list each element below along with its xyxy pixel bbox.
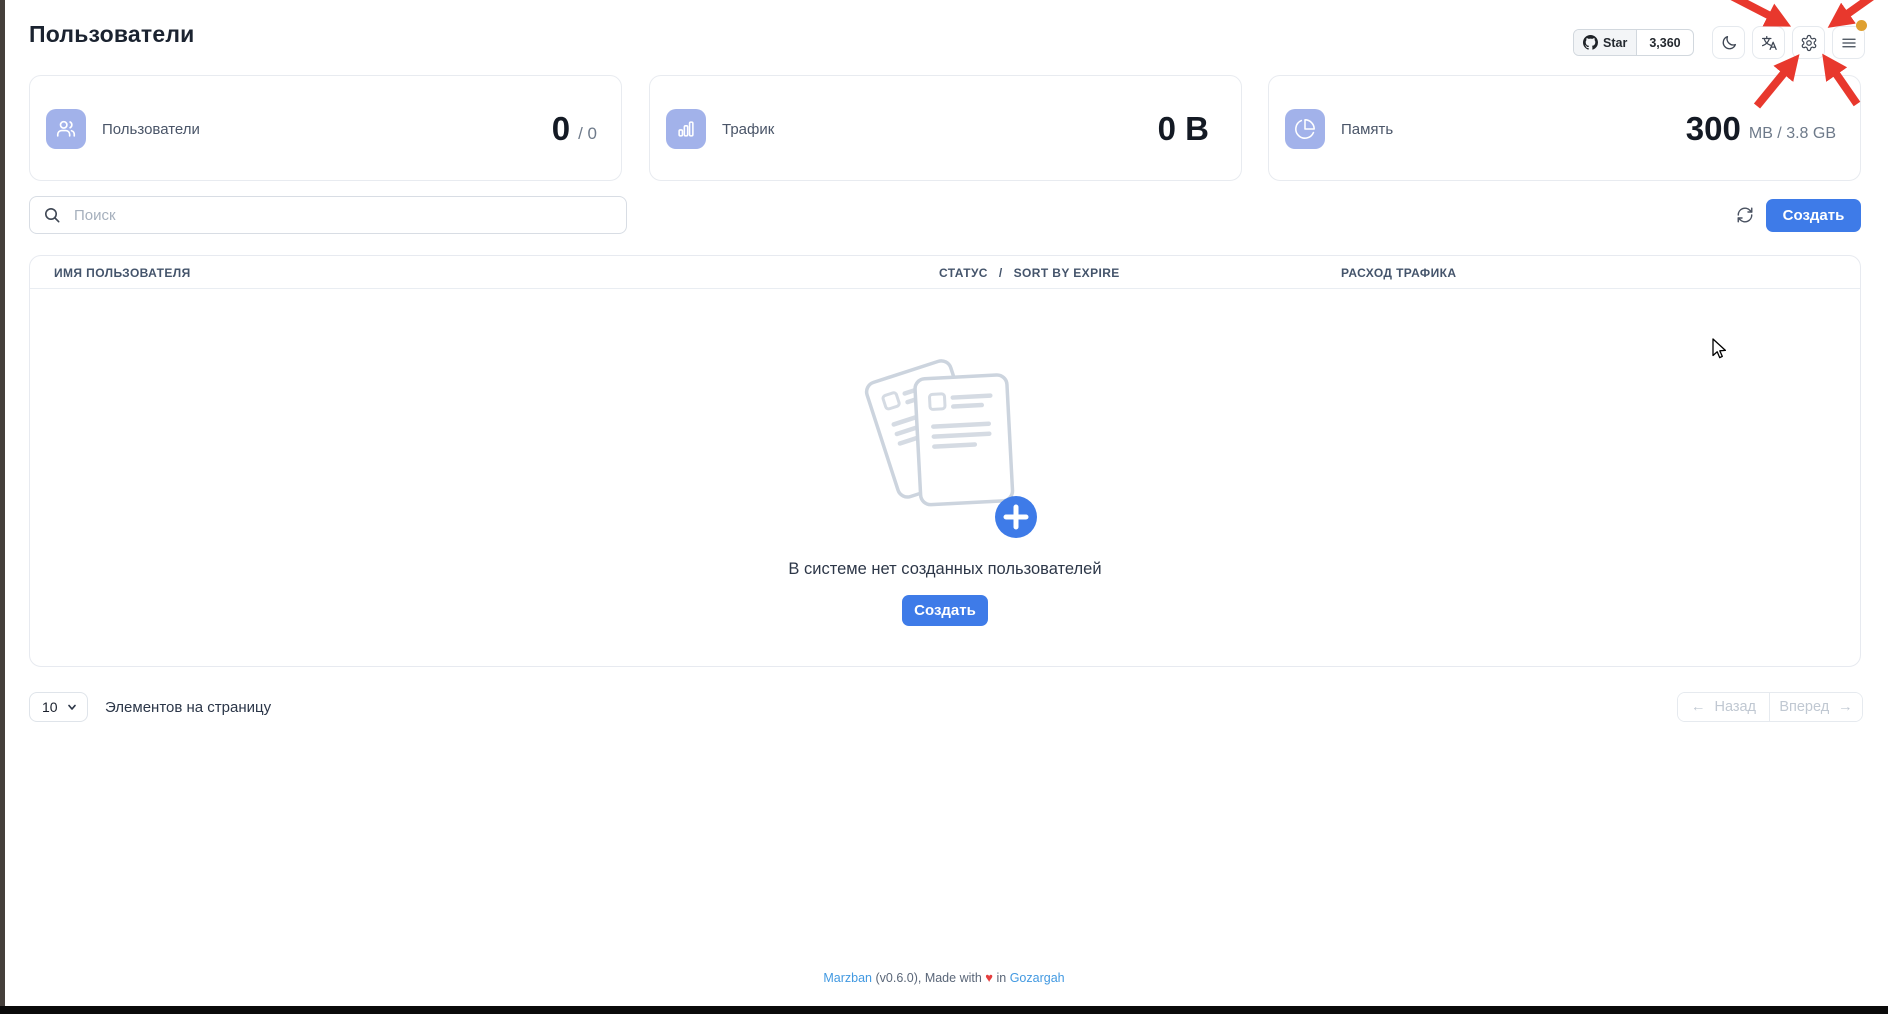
taskbar-strip — [0, 1006, 1888, 1014]
moon-icon — [1720, 34, 1738, 52]
github-icon — [1583, 35, 1598, 50]
column-header-traffic-usage[interactable]: РАСХОД ТРАФИКА — [1341, 256, 1456, 289]
empty-state-message: В системе нет созданных пользователей — [788, 560, 1101, 579]
annotation-arrow-top-right — [1836, 0, 1884, 22]
prev-page-button[interactable]: ← Назад — [1678, 693, 1770, 721]
github-star-count[interactable]: 3,360 — [1637, 30, 1692, 55]
footer: Marzban (v0.6.0), Made with ♥ in Gozarga… — [0, 970, 1888, 985]
users-icon — [46, 109, 86, 149]
page-size-label: Элементов на страницу — [105, 692, 271, 722]
stat-card-memory: Память 300 MB / 3.8 GB — [1268, 75, 1861, 181]
next-page-button[interactable]: Вперед → — [1770, 693, 1862, 721]
stat-label: Память — [1341, 76, 1393, 182]
search-input[interactable] — [29, 196, 627, 234]
refresh-icon — [1736, 206, 1754, 224]
right-arrow-icon: → — [1838, 699, 1853, 715]
page-size-select[interactable]: 10 — [29, 692, 88, 722]
stat-value: 0 — [552, 110, 570, 148]
stat-suffix: / 0 — [578, 115, 597, 144]
settings-gear-button[interactable] — [1792, 26, 1825, 59]
translate-icon — [1760, 34, 1778, 52]
footer-in-text: in — [996, 971, 1006, 985]
language-button[interactable] — [1752, 26, 1785, 59]
screen-edge-strip — [0, 0, 5, 1014]
gear-icon — [1800, 34, 1818, 52]
stat-label: Пользователи — [102, 76, 200, 182]
gozargah-link[interactable]: Gozargah — [1010, 971, 1065, 985]
pie-chart-icon — [1285, 109, 1325, 149]
search-icon — [44, 207, 60, 223]
github-star-widget[interactable]: Star 3,360 — [1573, 29, 1694, 56]
users-table: ИМЯ ПОЛЬЗОВАТЕЛЯ СТАТУС / SORT BY EXPIRE… — [29, 255, 1861, 667]
theme-toggle-button[interactable] — [1712, 26, 1745, 59]
empty-documents-illustration — [830, 339, 1060, 554]
refresh-button[interactable] — [1727, 197, 1763, 233]
github-star-label: Star — [1603, 36, 1627, 50]
column-header-separator: / — [999, 266, 1003, 280]
left-arrow-icon: ← — [1691, 699, 1706, 715]
empty-state-create-button[interactable]: Создать — [902, 595, 988, 626]
page-title: Пользователи — [29, 21, 195, 48]
search-box — [29, 196, 627, 234]
column-header-status[interactable]: СТАТУС — [939, 266, 988, 280]
stat-suffix: MB / 3.8 GB — [1749, 116, 1836, 143]
column-header-sort-by-expire[interactable]: SORT BY EXPIRE — [1014, 266, 1120, 280]
pagination-controls: ← Назад Вперед → — [1677, 692, 1863, 722]
table-header-row: ИМЯ ПОЛЬЗОВАТЕЛЯ СТАТУС / SORT BY EXPIRE… — [30, 256, 1860, 289]
column-header-username[interactable]: ИМЯ ПОЛЬЗОВАТЕЛЯ — [54, 256, 191, 289]
stat-card-users: Пользователи 0 / 0 — [29, 75, 622, 181]
table-empty-state: В системе нет созданных пользователей Со… — [30, 289, 1860, 667]
annotation-arrow-top-left — [1712, 0, 1782, 22]
stat-value: 300 — [1686, 110, 1741, 148]
bar-chart-icon — [666, 109, 706, 149]
stat-card-traffic: Трафик 0 B — [649, 75, 1242, 181]
footer-version-text: (v0.6.0), Made with — [876, 971, 982, 985]
column-header-status-sort[interactable]: СТАТУС / SORT BY EXPIRE — [939, 256, 1120, 289]
heart-icon: ♥ — [985, 970, 993, 985]
notification-dot — [1856, 20, 1867, 31]
stat-value: 0 B — [1158, 110, 1209, 148]
prev-page-label: Назад — [1714, 699, 1756, 715]
stat-label: Трафик — [722, 76, 774, 182]
create-button[interactable]: Создать — [1766, 199, 1861, 232]
page-size-value: 10 — [42, 699, 58, 715]
marzban-users-page: Пользователи Star 3,360 — [0, 0, 1888, 1014]
chevron-down-icon — [66, 701, 78, 713]
menu-icon — [1840, 34, 1858, 52]
next-page-label: Вперед — [1779, 699, 1829, 715]
add-circle-icon — [995, 496, 1037, 538]
github-star-button[interactable]: Star — [1574, 30, 1637, 55]
marzban-link[interactable]: Marzban — [823, 971, 872, 985]
